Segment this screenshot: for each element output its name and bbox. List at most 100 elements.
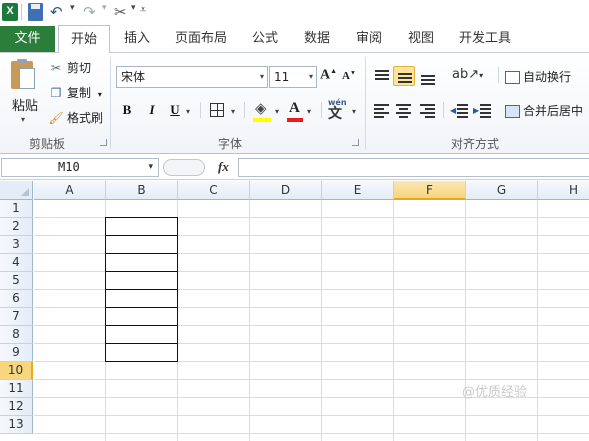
fill-color-dropdown-icon[interactable]: ▾ xyxy=(275,107,279,116)
bordered-cell[interactable] xyxy=(105,289,178,308)
column-header[interactable]: A xyxy=(34,181,106,200)
tab-page-layout[interactable]: 页面布局 xyxy=(168,25,234,53)
tab-home[interactable]: 开始 xyxy=(58,25,110,54)
row-header[interactable]: 1 xyxy=(0,200,33,218)
orientation-icon[interactable]: ab↗▾ xyxy=(452,67,483,82)
underline-dropdown-icon[interactable]: ▾ xyxy=(186,107,190,116)
chevron-down-icon: ▾ xyxy=(308,72,313,81)
row-header[interactable]: 3 xyxy=(0,236,33,254)
undo-icon[interactable]: ↶ xyxy=(50,3,63,21)
align-center-button[interactable] xyxy=(393,100,415,120)
paste-icon[interactable] xyxy=(11,59,39,91)
toolbar-divider xyxy=(443,102,444,118)
wrap-text-button[interactable]: 自动换行 xyxy=(505,66,571,88)
bordered-cell[interactable] xyxy=(105,217,178,236)
tab-formulas[interactable]: 公式 xyxy=(244,25,286,53)
phonetic-guide-icon[interactable]: wén 文 xyxy=(328,98,347,121)
font-color-dropdown-icon[interactable]: ▾ xyxy=(307,107,311,116)
bordered-cell[interactable] xyxy=(105,307,178,326)
bordered-cell[interactable] xyxy=(105,253,178,272)
column-header[interactable]: E xyxy=(322,181,394,200)
tab-view[interactable]: 视图 xyxy=(400,25,442,53)
column-header[interactable]: D xyxy=(250,181,322,200)
formula-input[interactable] xyxy=(238,158,589,177)
italic-button[interactable]: I xyxy=(145,100,159,120)
borders-dropdown-icon[interactable]: ▾ xyxy=(231,107,235,116)
tab-file[interactable]: 文件 xyxy=(0,26,55,52)
row-header[interactable]: 12 xyxy=(0,398,33,416)
borders-icon[interactable] xyxy=(210,103,224,117)
watermark: @优质经验 xyxy=(462,385,528,400)
excel-logo-icon[interactable]: X xyxy=(2,3,18,21)
column-header[interactable]: G xyxy=(466,181,538,200)
insert-function-icon[interactable]: fx xyxy=(218,159,229,175)
paste-dropdown-icon[interactable]: ▾ xyxy=(21,115,25,124)
format-painter-button[interactable]: 🖌 格式刷 xyxy=(48,109,103,127)
scissors-icon: ✂ xyxy=(50,61,62,75)
font-color-icon[interactable]: A xyxy=(289,100,300,117)
grow-font-icon[interactable]: A▲ xyxy=(320,67,337,84)
font-size-select[interactable]: 11 ▾ xyxy=(269,66,317,88)
redo-dropdown-icon[interactable]: ▾ xyxy=(102,3,107,21)
font-name-value: 宋体 xyxy=(121,70,146,84)
align-right-button[interactable] xyxy=(417,100,439,120)
row-header[interactable]: 4 xyxy=(0,254,33,272)
customize-icon[interactable]: ⩡ xyxy=(140,3,146,21)
row-header[interactable]: 7 xyxy=(0,308,33,326)
tab-data[interactable]: 数据 xyxy=(296,25,338,53)
bordered-cell[interactable] xyxy=(105,271,178,290)
tab-developer[interactable]: 开发工具 xyxy=(452,25,518,53)
align-left-button[interactable] xyxy=(371,100,393,120)
bordered-cell[interactable] xyxy=(105,325,178,344)
redo-icon[interactable]: ↷ xyxy=(83,3,96,21)
formula-bar-splitter[interactable] xyxy=(163,159,205,176)
name-box[interactable]: M10 ▾ xyxy=(1,158,159,177)
select-all-button[interactable] xyxy=(0,181,33,200)
column-header[interactable]: H xyxy=(538,181,589,200)
bold-button[interactable]: B xyxy=(120,100,134,120)
format-painter-label: 格式刷 xyxy=(67,111,104,125)
row-header[interactable]: 8 xyxy=(0,326,33,344)
column-header-active[interactable]: F xyxy=(394,181,466,200)
increase-indent-button[interactable]: ▶ xyxy=(472,100,494,120)
row-header[interactable]: 11 xyxy=(0,380,33,398)
fill-color-swatch xyxy=(253,118,271,122)
copy-dropdown-icon[interactable]: ▾ xyxy=(98,90,102,99)
tools-dropdown-icon[interactable]: ▾ xyxy=(131,3,136,21)
copy-button[interactable]: ❐ 复制 ▾ xyxy=(48,84,102,102)
column-header[interactable]: C xyxy=(178,181,250,200)
fill-color-icon[interactable]: ◈ xyxy=(255,99,267,117)
toolbar-divider xyxy=(200,102,201,118)
underline-button[interactable]: U xyxy=(168,100,182,120)
bordered-cell[interactable] xyxy=(105,235,178,254)
phonetic-dropdown-icon[interactable]: ▾ xyxy=(352,107,356,116)
merge-center-button[interactable]: 合并后居中 xyxy=(505,100,583,122)
undo-dropdown-icon[interactable]: ▾ xyxy=(70,3,75,21)
bordered-cell[interactable] xyxy=(105,343,178,362)
top-align-button[interactable] xyxy=(371,66,393,86)
row-header-active[interactable]: 10 xyxy=(0,362,33,380)
clipboard-launcher-icon[interactable] xyxy=(100,139,107,146)
font-launcher-icon[interactable] xyxy=(352,139,359,146)
bottom-align-button[interactable] xyxy=(417,66,439,86)
row-header[interactable]: 9 xyxy=(0,344,33,362)
toolbar-divider xyxy=(498,67,499,83)
paste-button[interactable]: 粘贴 xyxy=(12,95,38,114)
tab-insert[interactable]: 插入 xyxy=(116,25,158,53)
font-group-label: 字体 xyxy=(217,137,242,151)
tab-review[interactable]: 审阅 xyxy=(348,25,390,53)
column-header[interactable]: B xyxy=(106,181,178,200)
font-name-select[interactable]: 宋体 ▾ xyxy=(116,66,268,88)
merge-center-icon xyxy=(505,105,520,118)
row-header[interactable]: 2 xyxy=(0,218,33,236)
decrease-indent-button[interactable]: ◀ xyxy=(449,100,471,120)
save-icon[interactable] xyxy=(28,3,43,21)
ribbon-tabs: 文件 开始 插入 页面布局 公式 数据 审阅 视图 开发工具 xyxy=(0,25,589,54)
middle-align-button[interactable] xyxy=(393,66,415,86)
row-header[interactable]: 13 xyxy=(0,416,33,434)
tools-icon[interactable]: ✂ xyxy=(114,3,127,21)
cut-button[interactable]: ✂ 剪切 xyxy=(48,59,91,77)
row-header[interactable]: 6 xyxy=(0,290,33,308)
row-header[interactable]: 5 xyxy=(0,272,33,290)
shrink-font-icon[interactable]: A▼ xyxy=(342,70,356,82)
